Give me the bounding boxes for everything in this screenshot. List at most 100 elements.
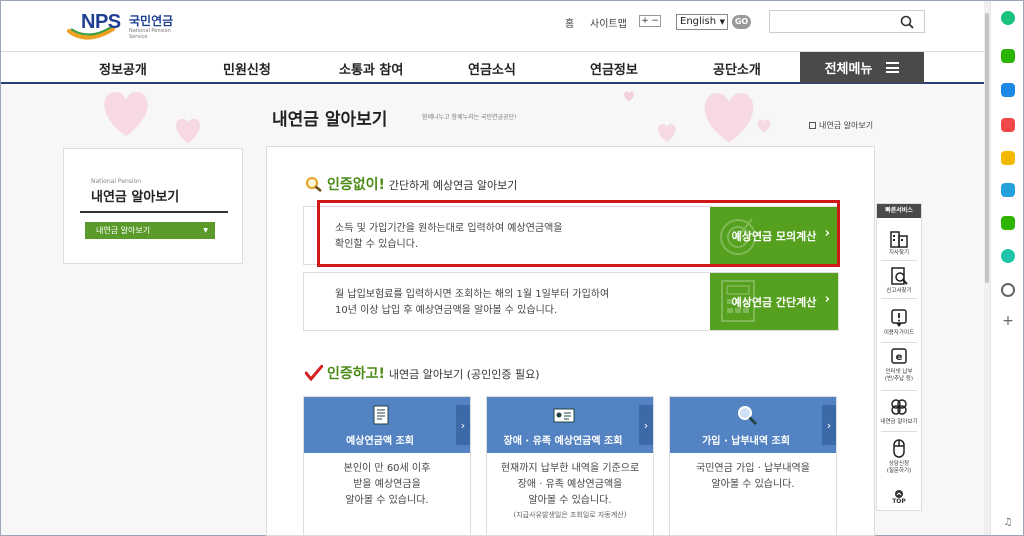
quick-item-user-guide[interactable]: 이용자가이드 <box>877 308 921 337</box>
card-desc-line: 알아볼 수 있습니다. <box>711 479 795 490</box>
card-expected-pension[interactable]: 예상연금액 조회 › 본인이 만 60세 이후 받을 예상연금을 알아볼 수 있… <box>303 396 471 536</box>
nav-item-about[interactable]: 공단소개 <box>713 59 761 78</box>
lnb-title: 내연금 알아보기 <box>91 190 180 205</box>
mail-icon[interactable] <box>1001 83 1015 97</box>
translate-icon[interactable] <box>1001 183 1015 197</box>
card-desc-line: 장애 · 유족 예상연금액을 <box>517 479 623 490</box>
language-go-button[interactable]: GO <box>732 15 751 29</box>
zoom-out-button[interactable]: − <box>651 16 659 26</box>
card-disability-survivor-pension[interactable]: 장애 · 유족 예상연금액 조회 › 현재까지 납부한 내역을 기준으로 장애 … <box>486 396 654 536</box>
quick-item-branch-finder[interactable]: 지사찾기 <box>877 228 921 257</box>
left-nav-box: National Pension 내연금 알아보기 내연금 알아보기 ▼ <box>63 148 243 264</box>
card-enrollment-payment-history[interactable]: 가입 · 납부내역 조회 › 국민연금 가입 · 납부내역을 알아볼 수 있습니… <box>669 396 837 536</box>
quick-item-my-pension[interactable]: 내연금 알아보기 <box>877 397 921 426</box>
quick-divider <box>881 390 917 391</box>
scrollbar-thumb[interactable] <box>985 13 989 283</box>
quick-item-consultation[interactable]: 상담신청 (질문하기) <box>877 437 921 475</box>
card-desc-line: 현재까지 납부한 내역을 기준으로 <box>500 463 640 474</box>
guide-icon <box>891 309 907 327</box>
card-description: 현재까지 납부한 내역을 기준으로 장애 · 유족 예상연금액을 알아볼 수 있… <box>487 461 653 521</box>
quick-item-label: 지사찾기 <box>888 250 910 256</box>
internet-explorer-icon: e <box>891 348 907 364</box>
page-slogan: 함께나누고 함께누리는 국민연금공단! <box>422 114 517 121</box>
heart-decoration-icon <box>658 124 676 142</box>
card-desc-note: (지급사유발생일은 조회일로 자동계산) <box>513 511 627 519</box>
play-icon[interactable] <box>1001 249 1015 263</box>
heart-decoration-icon <box>624 91 634 102</box>
card-desc-line: 국민연금 가입 · 납부내역을 <box>696 463 810 474</box>
pocket-icon[interactable] <box>1001 118 1015 132</box>
id-card-icon <box>553 408 575 423</box>
card-header: 장애 · 유족 예상연금액 조회 › <box>487 397 653 453</box>
main-nav: 정보공개 민원신청 소통과 참여 연금소식 연금정보 공단소개 전체메뉴 <box>1 51 989 84</box>
quick-item-label-sub: (반/추납 등) <box>884 376 914 382</box>
home-link[interactable]: 홈 <box>565 15 574 30</box>
language-value: English <box>680 16 717 27</box>
card-desc-line: 알아볼 수 있습니다. <box>528 495 612 506</box>
section-no-auth-heading: 인증없이! 간단하게 예상연금 알아보기 <box>305 174 517 194</box>
all-menu-label: 전체메뉴 <box>824 62 873 77</box>
nav-item-communication[interactable]: 소통과 참여 <box>339 59 403 78</box>
card-desc-line: 본인이 만 60세 이후 <box>343 463 431 474</box>
chevron-down-icon: ▼ <box>719 18 725 26</box>
quick-item-label: 상담신청 <box>888 461 910 467</box>
lnb-divider <box>80 211 228 213</box>
quick-item-label: 내연금 알아보기 <box>880 419 918 425</box>
svg-text:e: e <box>896 352 903 363</box>
breadcrumb[interactable]: 내연금 알아보기 <box>809 120 873 131</box>
clover-icon <box>891 399 907 415</box>
nav-item-civil-petition[interactable]: 민원신청 <box>223 59 271 78</box>
zoom-control: + − <box>639 15 661 27</box>
naver-green-icon[interactable] <box>1001 11 1015 25</box>
chat-icon[interactable] <box>1001 49 1015 63</box>
logo-nps-text: NPS <box>81 11 121 33</box>
scroll-top-label: TOP <box>892 498 906 505</box>
quick-item-internet-payment[interactable]: e 인터넷 납부 (반/추납 등) <box>877 347 921 383</box>
card-desc-line: 받을 예상연금을 <box>353 479 421 490</box>
nav-item-pension-info[interactable]: 연금정보 <box>590 59 638 78</box>
lnb-english-label: National Pension <box>91 178 142 185</box>
extension-icon[interactable] <box>1001 283 1015 297</box>
card-description: 국민연금 가입 · 납부내역을 알아볼 수 있습니다. <box>670 461 836 493</box>
simple-calc-description: 월 납입보험료를 입력하시면 조회하는 해의 1월 1일부터 가입하여 10년 … <box>335 287 695 319</box>
chevron-right-icon: › <box>822 405 836 445</box>
section-auth-rest: 내연금 알아보기 (공인인증 필요) <box>388 368 540 381</box>
all-menu-button[interactable]: 전체메뉴 <box>800 52 924 83</box>
card-header: 예상연금액 조회 › <box>304 397 470 453</box>
zoom-in-button[interactable]: + <box>641 16 649 26</box>
simple-calc-row: 월 납입보험료를 입력하시면 조회하는 해의 1월 1일부터 가입하여 10년 … <box>303 272 839 331</box>
note-icon[interactable] <box>1001 216 1015 230</box>
page-title: 내연금 알아보기 <box>272 110 388 130</box>
add-icon[interactable]: + <box>1001 314 1015 328</box>
search-input[interactable] <box>769 10 925 33</box>
search-icon[interactable] <box>900 15 914 29</box>
quick-divider <box>881 342 917 343</box>
bell-icon[interactable]: ♫ <box>1001 516 1015 530</box>
simple-calc-button[interactable]: 예상연금 간단계산 › <box>710 273 838 330</box>
language-select[interactable]: English ▼ <box>676 14 728 30</box>
sitemap-link[interactable]: 사이트맵 <box>590 15 627 30</box>
card-description: 본인이 만 60세 이후 받을 예상연금을 알아볼 수 있습니다. <box>304 461 470 509</box>
scroll-top-button[interactable]: TOP <box>877 490 921 505</box>
chevron-right-icon: › <box>456 405 470 445</box>
heart-decoration-icon <box>704 93 754 143</box>
section-auth-em: 인증하고! <box>327 366 385 382</box>
star-icon[interactable] <box>1001 151 1015 165</box>
chevron-right-icon: › <box>824 292 830 307</box>
chevron-down-icon: ▼ <box>203 227 208 234</box>
document-icon <box>373 405 389 425</box>
quick-item-form-finder[interactable]: 신고서찾기 <box>877 266 921 295</box>
lnb-menu-button[interactable]: 내연금 알아보기 ▼ <box>85 222 215 239</box>
quick-divider <box>881 431 917 432</box>
quick-item-label: 신고서찾기 <box>886 288 912 294</box>
heart-decoration-icon <box>104 92 148 136</box>
nav-item-pension-news[interactable]: 연금소식 <box>468 59 516 78</box>
quick-service-title: 빠른서비스 <box>877 204 921 218</box>
arrow-up-icon <box>895 490 903 498</box>
quick-divider <box>881 298 917 299</box>
nav-item-info-disclosure[interactable]: 정보공개 <box>99 59 147 78</box>
nps-logo[interactable]: NPS 국민연금 National Pension Service <box>67 9 187 43</box>
site-header: NPS 국민연금 National Pension Service 홈 사이트맵… <box>1 1 989 51</box>
simple-calc-desc-line2: 10년 이상 납입 후 예상연금액을 알아볼 수 있습니다. <box>335 305 558 316</box>
mouse-icon <box>893 439 905 458</box>
